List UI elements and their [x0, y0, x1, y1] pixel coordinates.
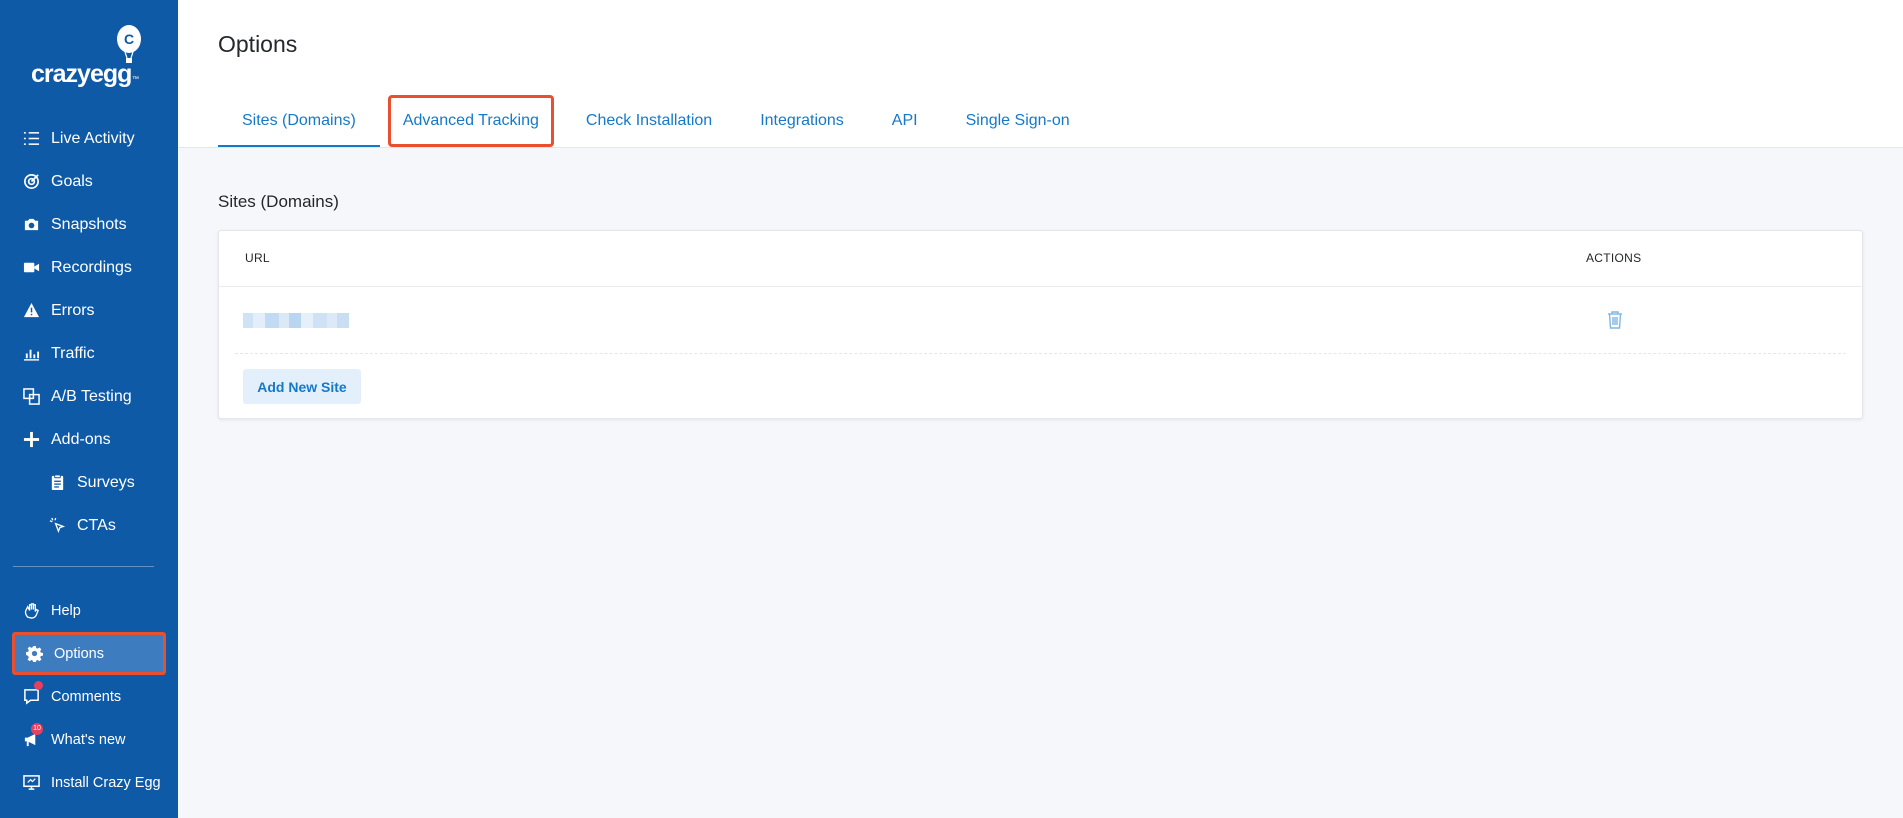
tab-advanced-tracking[interactable]: Advanced Tracking: [387, 95, 554, 147]
options-tabs: Sites (Domains) Advanced Tracking Check …: [218, 95, 1094, 148]
logo-text: crazyegg: [31, 60, 132, 88]
video-icon: [22, 259, 40, 277]
sidebar: C crazyegg ™ Live Activity Goals Snapsho…: [0, 0, 178, 818]
secondary-nav: Help Options Comments 10 What's new Inst…: [0, 589, 178, 804]
sidebar-item-comments[interactable]: Comments: [0, 675, 178, 718]
sidebar-item-goals[interactable]: Goals: [0, 160, 178, 203]
notification-dot: [34, 681, 43, 690]
camera-icon: [22, 216, 40, 234]
trash-icon[interactable]: [1606, 310, 1624, 330]
bar-chart-icon: [22, 345, 40, 363]
svg-text:C: C: [124, 31, 134, 47]
add-new-site-button[interactable]: Add New Site: [243, 369, 361, 404]
sidebar-item-label: Recordings: [51, 258, 132, 276]
target-icon: [22, 173, 40, 191]
row-divider: [235, 353, 1846, 354]
column-header-actions: ACTIONS: [1586, 251, 1642, 265]
sidebar-item-options[interactable]: Options: [12, 632, 166, 675]
sidebar-item-help[interactable]: Help: [0, 589, 178, 632]
logo-trademark: ™: [132, 76, 139, 83]
sidebar-item-label: Live Activity: [51, 129, 135, 147]
sidebar-item-surveys[interactable]: Surveys: [0, 461, 178, 504]
main-nav: Live Activity Goals Snapshots Recordings…: [0, 117, 178, 547]
balloon-logo-icon: C: [117, 25, 141, 63]
sidebar-item-label: Errors: [51, 301, 95, 319]
warning-icon: [22, 302, 40, 320]
monitor-icon: [22, 774, 40, 792]
column-header-url: URL: [245, 251, 270, 265]
tab-integrations[interactable]: Integrations: [736, 96, 868, 146]
sidebar-item-label: Add-ons: [51, 430, 111, 448]
tab-check-installation[interactable]: Check Installation: [562, 96, 736, 146]
tab-api[interactable]: API: [868, 96, 942, 146]
sidebar-item-whats-new[interactable]: 10 What's new: [0, 718, 178, 761]
sidebar-item-live-activity[interactable]: Live Activity: [0, 117, 178, 160]
sidebar-item-label: Help: [51, 602, 81, 619]
sidebar-item-ctas[interactable]: CTAs: [0, 504, 178, 547]
ab-icon: [22, 388, 40, 406]
sites-table: URL ACTIONS Add New Site: [218, 230, 1863, 419]
page-title: Options: [218, 31, 298, 57]
list-icon: [22, 130, 40, 148]
whats-new-badge: 10: [31, 723, 43, 735]
sidebar-item-snapshots[interactable]: Snapshots: [0, 203, 178, 246]
page-header: Options Sites (Domains) Advanced Trackin…: [178, 0, 1903, 148]
sidebar-item-errors[interactable]: Errors: [0, 289, 178, 332]
sidebar-item-install[interactable]: Install Crazy Egg: [0, 761, 178, 804]
blurred-site-url[interactable]: [243, 313, 349, 328]
sidebar-item-label: A/B Testing: [51, 387, 132, 405]
gear-icon: [25, 645, 43, 663]
sidebar-item-recordings[interactable]: Recordings: [0, 246, 178, 289]
header-divider: [219, 286, 1862, 287]
sidebar-item-label: CTAs: [77, 516, 116, 534]
sidebar-item-label: Install Crazy Egg: [51, 774, 161, 791]
tab-sites-domains[interactable]: Sites (Domains): [218, 96, 380, 147]
sidebar-item-label: What's new: [51, 731, 126, 748]
sidebar-item-add-ons[interactable]: Add-ons: [0, 418, 178, 461]
sidebar-item-label: Surveys: [77, 473, 135, 491]
sidebar-item-label: Comments: [51, 688, 122, 705]
sidebar-item-label: Snapshots: [51, 215, 127, 233]
sidebar-item-ab-testing[interactable]: A/B Testing: [0, 375, 178, 418]
sidebar-item-label: Goals: [51, 172, 93, 190]
sidebar-item-traffic[interactable]: Traffic: [0, 332, 178, 375]
cursor-click-icon: [48, 517, 66, 535]
main-content: Options Sites (Domains) Advanced Trackin…: [178, 0, 1903, 818]
plus-icon: [22, 431, 40, 449]
sidebar-item-label: Options: [54, 645, 104, 662]
clipboard-icon: [48, 474, 66, 492]
crazyegg-logo[interactable]: C crazyegg ™: [28, 24, 148, 94]
hand-wave-icon: [22, 602, 40, 620]
sidebar-divider: [13, 566, 154, 567]
sidebar-item-label: Traffic: [51, 344, 95, 362]
tab-single-sign-on[interactable]: Single Sign-on: [942, 96, 1094, 146]
section-title: Sites (Domains): [218, 192, 339, 211]
comment-icon: [22, 688, 40, 706]
